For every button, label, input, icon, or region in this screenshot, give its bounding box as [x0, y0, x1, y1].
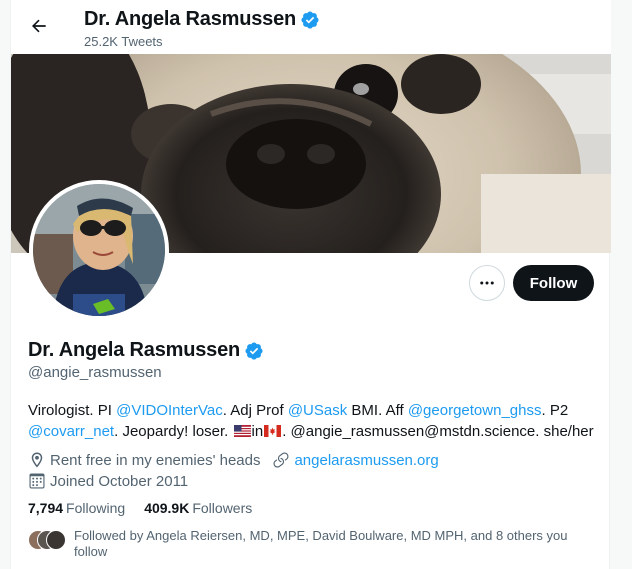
profile-column: Dr. Angela Rasmussen 25.2K Tweets Follow…	[10, 0, 611, 569]
verified-badge-icon	[300, 10, 320, 30]
location-text: Rent free in my enemies' heads	[50, 451, 261, 469]
profile-header-bar: Dr. Angela Rasmussen 25.2K Tweets	[11, 0, 611, 54]
bio-text: Virologist. PI	[28, 402, 117, 419]
tweet-count: 25.2K Tweets	[84, 34, 163, 49]
calendar-icon	[29, 473, 45, 489]
meta-row-joined: Joined October 2011	[28, 471, 451, 491]
following-label: Following	[66, 500, 126, 516]
profile-handle: @angie_rasmussen	[28, 364, 162, 381]
more-options-button[interactable]	[469, 265, 505, 301]
bio-mention-vidointervac[interactable]: @VIDOInterVac	[116, 402, 223, 419]
profile-bio: Virologist. PI @VIDOInterVac. Adj Prof @…	[28, 400, 603, 442]
bio-mention-georgetown[interactable]: @georgetown_ghss	[408, 402, 542, 419]
meta-row-location-website: Rent free in my enemies' heads angelaras…	[28, 450, 451, 470]
header-title: Dr. Angela Rasmussen	[84, 8, 320, 31]
website-link[interactable]: angelarasmussen.org	[294, 452, 438, 469]
profile-joined-date: Joined October 2011	[28, 472, 188, 490]
following-count: 7,794	[28, 500, 64, 516]
back-button[interactable]	[25, 12, 53, 40]
header-name: Dr. Angela Rasmussen	[84, 8, 297, 30]
verified-badge-icon	[244, 341, 264, 361]
follow-button[interactable]: Follow	[513, 265, 594, 301]
profile-stats: 7,794 Following 409.9K Followers	[28, 500, 271, 516]
avatar	[46, 530, 66, 550]
bio-text: . @angie_rasmussen@mstdn.science. she/he…	[282, 423, 594, 440]
bio-text: in	[251, 423, 264, 440]
followers-count: 409.9K	[144, 500, 190, 516]
profile-website[interactable]: angelarasmussen.org	[272, 451, 439, 469]
followers-link[interactable]: 409.9K Followers	[144, 500, 252, 516]
us-flag-icon	[233, 425, 251, 437]
page: Dr. Angela Rasmussen 25.2K Tweets Follow…	[0, 0, 632, 569]
following-link[interactable]: 7,794 Following	[28, 500, 125, 516]
bio-mention-covarr[interactable]: @covarr_net	[28, 423, 114, 440]
profile-name-row: Dr. Angela Rasmussen	[28, 339, 264, 362]
profile-avatar[interactable]	[29, 180, 169, 320]
profile-location: Rent free in my enemies' heads	[28, 451, 260, 469]
followers-label: Followers	[192, 500, 253, 516]
link-icon	[273, 452, 289, 468]
display-name: Dr. Angela Rasmussen	[28, 339, 241, 361]
followed-by-text[interactable]: Followed by Angela Reiersen, MD, MPE, Da…	[74, 528, 574, 560]
location-pin-icon	[31, 452, 43, 468]
followed-by-avatars	[28, 530, 68, 552]
bio-text: . Jeopardy! loser.	[114, 423, 233, 440]
bio-text: BMI. Aff	[347, 402, 408, 419]
more-dots-icon	[480, 281, 494, 285]
arrow-left-icon	[32, 19, 46, 33]
bio-text: . Adj Prof	[222, 402, 288, 419]
joined-text: Joined October 2011	[50, 472, 189, 490]
profile-meta: Rent free in my enemies' heads angelaras…	[28, 450, 451, 492]
bio-text: . P2	[541, 402, 569, 419]
bio-mention-usask[interactable]: @USask	[288, 402, 347, 419]
canada-flag-icon	[264, 425, 282, 437]
followed-by-section[interactable]: Followed by Angela Reiersen, MD, MPE, Da…	[28, 528, 574, 560]
